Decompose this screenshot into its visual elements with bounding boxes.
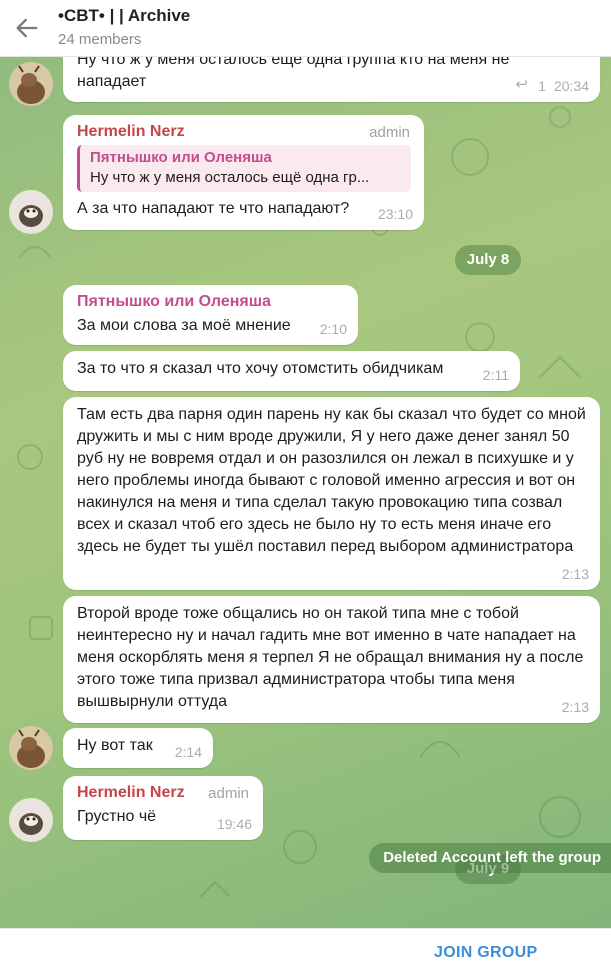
message-bubble[interactable]: За то что я сказал что хочу отомстить об… (63, 351, 520, 391)
message-bubble[interactable]: Hermelin Nerz admin Грустно чё 19:46 (63, 776, 263, 840)
message-time: 20:34 (553, 78, 589, 94)
sender-name[interactable]: Hermelin Nerz (77, 122, 411, 142)
service-message: Deleted Account left the group (369, 843, 611, 873)
message-time: 2:13 (561, 566, 589, 582)
member-count: 24 members (58, 31, 142, 48)
message-text: А за что нападают те что нападают? (77, 200, 350, 217)
message-time: 2:11 (482, 367, 509, 383)
reply-text: Ну что ж у меня осталось ещё одна гр... (90, 169, 370, 186)
message-time: 23:10 (377, 206, 413, 222)
reply-count[interactable]: 1 (538, 75, 546, 97)
message-text: Ну что ж у меня осталось еще одна группа… (77, 57, 510, 90)
date-separator: July 8 (455, 245, 521, 275)
message-bubble[interactable]: Пятнышко или Оленяша За мои слова за моё… (63, 285, 358, 345)
avatar-ferret[interactable] (9, 798, 53, 842)
chat-header: •CBT• | | Archive 24 members (0, 0, 611, 57)
message-text: За то что я сказал что хочу отомстить об… (77, 360, 444, 377)
admin-badge: admin (208, 785, 249, 802)
avatar-ferret[interactable] (9, 190, 53, 234)
back-arrow-icon[interactable] (13, 14, 41, 42)
avatar-deer[interactable] (9, 726, 53, 770)
message-bubble[interactable]: Ну вот так 2:14 (63, 728, 213, 768)
chat-title[interactable]: •CBT• | | Archive (58, 6, 190, 26)
avatar-deer[interactable] (9, 62, 53, 106)
join-group-button[interactable]: JOIN GROUP (434, 944, 537, 962)
footer-bar: JOIN GROUP (0, 928, 611, 979)
reply-quote[interactable]: Пятнышко или Оленяша Ну что ж у меня ост… (77, 145, 411, 192)
message-bubble[interactable]: Hermelin Nerz admin Пятнышко или Оленяша… (63, 115, 424, 230)
reply-arrow-icon[interactable]: ↩ (515, 74, 528, 96)
message-bubble[interactable]: Ну что ж у меня осталось еще одна группа… (63, 57, 600, 102)
message-time: 19:46 (216, 816, 252, 832)
admin-badge: admin (369, 124, 410, 141)
message-bubble[interactable]: Там есть два парня один парень ну как бы… (63, 397, 600, 590)
message-time: 2:13 (561, 699, 589, 715)
reply-sender: Пятнышко или Оленяша (90, 149, 272, 166)
message-text: За мои слова за моё мнение (77, 317, 291, 334)
message-text: Там есть два парня один парень ну как бы… (77, 406, 586, 555)
message-bubble[interactable]: Второй вроде тоже общались но он такой т… (63, 596, 600, 723)
sender-name[interactable]: Пятнышко или Оленяша (77, 292, 345, 312)
message-text: Второй вроде тоже общались но он такой т… (77, 605, 584, 710)
message-list[interactable]: Ну что ж у меня осталось еще одна группа… (0, 57, 611, 927)
message-time: 2:14 (174, 744, 202, 760)
message-time: 2:10 (319, 321, 347, 337)
